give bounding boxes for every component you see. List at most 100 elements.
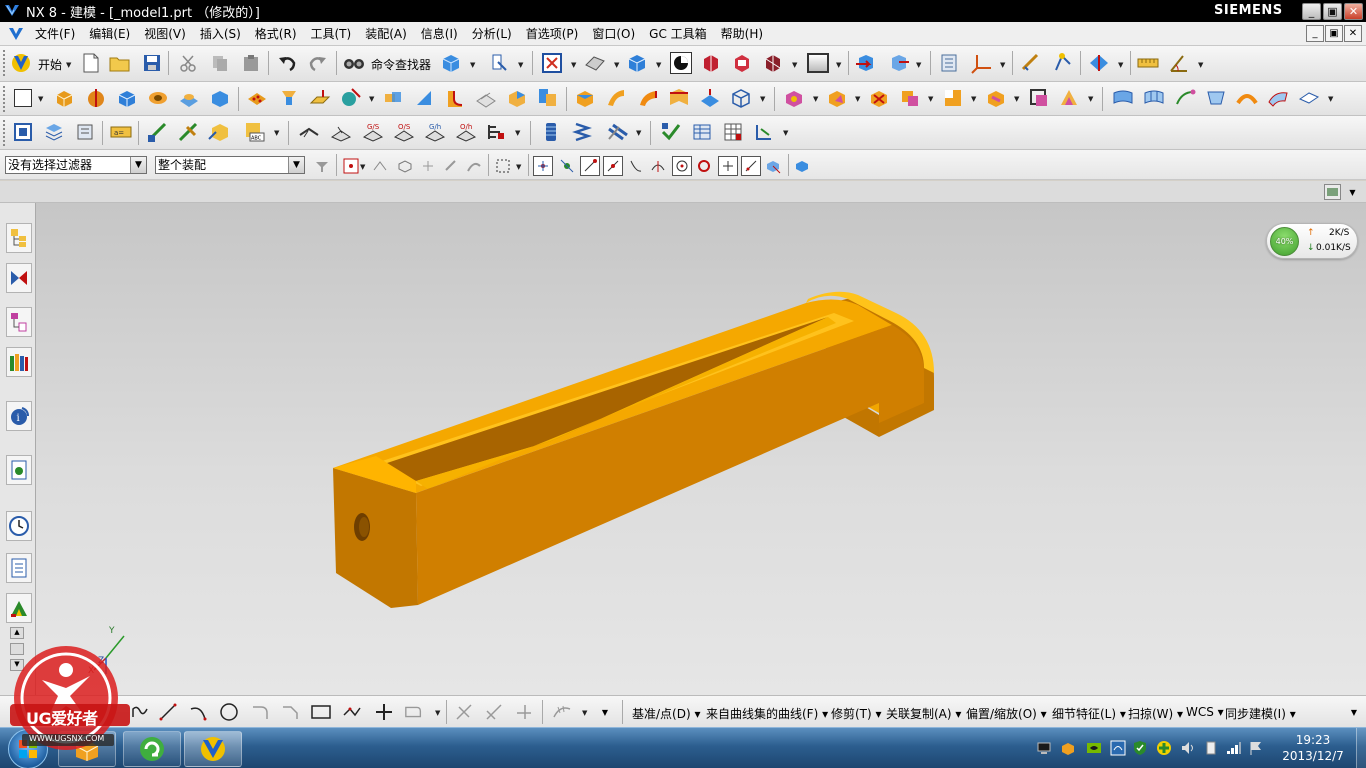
edit-section-icon[interactable] xyxy=(762,52,784,74)
fit-view-icon[interactable] xyxy=(541,52,563,74)
command-finder-icon[interactable] xyxy=(343,52,365,74)
trim-body-icon[interactable] xyxy=(340,87,362,109)
menu-gc-toolbox[interactable]: GC 工具箱 xyxy=(642,25,714,42)
selection-scope-dropdown[interactable]: 整个装配 ▼ xyxy=(155,156,305,174)
assembly-constraint-icon[interactable] xyxy=(888,52,910,74)
app-menu-icon[interactable] xyxy=(8,26,24,42)
menu-window[interactable]: 窗口(O) xyxy=(585,25,642,42)
gs-tolerance-icon[interactable]: G/S xyxy=(362,121,384,143)
tray-device-icon[interactable] xyxy=(1203,740,1219,756)
snap-point-on-face-icon[interactable] xyxy=(741,156,761,176)
select-body-icon[interactable] xyxy=(395,156,415,176)
assembly-filter-icon[interactable] xyxy=(312,156,332,176)
n-sided-surface-icon[interactable] xyxy=(1205,87,1227,109)
view-options-icon[interactable] xyxy=(1324,184,1341,200)
edit-parameters-icon[interactable] xyxy=(12,121,34,143)
snap-quadrant-icon[interactable] xyxy=(694,156,714,176)
rectangle-icon[interactable] xyxy=(311,702,331,722)
bridge-surface-icon[interactable] xyxy=(1236,87,1258,109)
tube-icon[interactable] xyxy=(637,87,659,109)
menu-info[interactable]: 信息(I) xyxy=(414,25,465,42)
handle-part-model[interactable] xyxy=(36,203,1366,695)
clock-icon[interactable] xyxy=(6,511,32,541)
shell-icon[interactable] xyxy=(278,87,300,109)
cut-icon[interactable] xyxy=(177,52,199,74)
wireframe-cube-icon[interactable] xyxy=(730,87,752,109)
extend-curve-icon[interactable] xyxy=(514,702,534,722)
menu-view[interactable]: 视图(V) xyxy=(137,25,193,42)
check-mate-icon[interactable] xyxy=(660,121,682,143)
menu-sweep[interactable]: 扫掠(W) ▾ xyxy=(1128,705,1183,722)
linked-face-icon[interactable] xyxy=(985,87,1007,109)
information-icon[interactable] xyxy=(488,52,510,74)
minimize-button[interactable]: _ xyxy=(1302,3,1321,20)
snap-existing-point-icon[interactable] xyxy=(557,156,577,176)
curve-analysis-icon[interactable] xyxy=(552,702,572,722)
os-tolerance-icon[interactable]: O/S xyxy=(393,121,415,143)
menu-curve-from-curves[interactable]: 来自曲线集的曲线(F) ▾ xyxy=(706,705,828,722)
snap-enable-icon[interactable] xyxy=(533,156,553,176)
thicken-icon[interactable] xyxy=(574,87,596,109)
synchronous-move-icon[interactable] xyxy=(783,87,805,109)
shell-body-icon[interactable] xyxy=(1028,87,1050,109)
sweep-icon[interactable] xyxy=(605,87,627,109)
chamfer-icon[interactable] xyxy=(475,87,497,109)
menu-assembly[interactable]: 装配(A) xyxy=(358,25,414,42)
menu-insert[interactable]: 插入(S) xyxy=(193,25,248,42)
circle-icon[interactable] xyxy=(219,702,239,722)
tray-signal-icon[interactable] xyxy=(1226,740,1242,756)
redo-icon[interactable] xyxy=(307,52,329,74)
hole-table-icon[interactable] xyxy=(486,121,508,143)
menu-analysis[interactable]: 分析(L) xyxy=(465,25,519,42)
start-button-label[interactable]: 开始 xyxy=(38,56,62,73)
edge-blend-icon[interactable] xyxy=(444,87,466,109)
selection-box-icon[interactable] xyxy=(493,156,513,176)
oh-tolerance-icon[interactable]: O/h xyxy=(455,121,477,143)
revolve-icon[interactable] xyxy=(85,87,107,109)
chamfer-curve-icon[interactable] xyxy=(280,702,300,722)
menu-offset-scale[interactable]: 偏置/缩放(O) ▾ xyxy=(966,705,1047,722)
boss-icon[interactable] xyxy=(178,87,200,109)
cross-section-icon[interactable] xyxy=(942,87,964,109)
toolbar-overflow-icon[interactable]: ▼ xyxy=(596,700,614,724)
studio-surface-icon[interactable] xyxy=(1112,87,1134,109)
analysis-icon[interactable] xyxy=(1052,52,1074,74)
through-curves-icon[interactable] xyxy=(668,87,690,109)
background-color-icon[interactable] xyxy=(806,52,830,74)
constraint-icon[interactable] xyxy=(146,121,168,143)
select-curve-icon[interactable] xyxy=(464,156,484,176)
select-feature-icon[interactable] xyxy=(370,156,390,176)
dimension-icon[interactable] xyxy=(177,121,199,143)
taskbar-app-nx[interactable] xyxy=(184,731,242,767)
feature-control-frame-icon[interactable] xyxy=(298,121,320,143)
strip-chevron-icon[interactable]: ▼ xyxy=(1344,184,1361,200)
menu-preferences[interactable]: 首选项(P) xyxy=(519,25,586,42)
close-button[interactable]: ✕ xyxy=(1344,3,1363,20)
undo-icon[interactable] xyxy=(276,52,298,74)
system-clock[interactable]: 19:23 2013/12/7 xyxy=(1270,732,1356,764)
ruler-icon[interactable] xyxy=(1137,52,1159,74)
snap-midpoint-icon[interactable] xyxy=(603,156,623,176)
view-cube-icon[interactable] xyxy=(440,52,462,74)
wave-linker-icon[interactable] xyxy=(939,52,961,74)
paste-icon[interactable] xyxy=(240,52,262,74)
offset-region-icon[interactable] xyxy=(1058,87,1080,109)
history-icon[interactable] xyxy=(6,455,32,485)
hole-icon[interactable] xyxy=(147,87,169,109)
scale-body-icon[interactable] xyxy=(537,87,559,109)
expression-icon[interactable]: a= xyxy=(110,121,132,143)
command-finder-label[interactable]: 命令查找器 xyxy=(371,56,431,73)
snap-intersection-icon[interactable] xyxy=(648,156,668,176)
pad-icon[interactable] xyxy=(209,87,231,109)
tray-shield-icon[interactable] xyxy=(1132,740,1148,756)
pattern-icon[interactable] xyxy=(246,87,268,109)
open-folder-icon[interactable] xyxy=(109,52,131,74)
datum-plane-icon[interactable] xyxy=(309,87,331,109)
snap-point-on-curve-icon[interactable] xyxy=(718,156,738,176)
select-face-icon[interactable] xyxy=(418,156,438,176)
annotation-cube-icon[interactable] xyxy=(208,121,230,143)
snap-control-point-icon[interactable] xyxy=(626,156,646,176)
snap-endpoint-icon[interactable] xyxy=(580,156,600,176)
process-studio-icon[interactable] xyxy=(6,553,32,583)
menu-associative-copy[interactable]: 关联复制(A) ▾ xyxy=(886,705,961,722)
